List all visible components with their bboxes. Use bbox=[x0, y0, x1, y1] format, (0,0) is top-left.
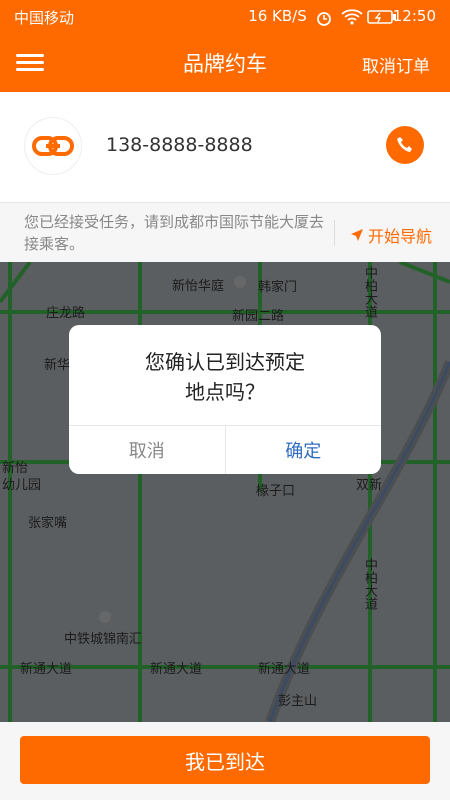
dialog-message-line: 您确认已到达预定 bbox=[145, 350, 305, 374]
carrier-name: 中国移动 bbox=[14, 9, 75, 27]
driver-phone: 138-8888-8888 bbox=[106, 134, 253, 156]
alarm-icon bbox=[315, 9, 333, 26]
avatar bbox=[24, 117, 82, 175]
task-message: 您已经接受任务，请到成都市国际节能大厦去接乘客。 bbox=[24, 213, 325, 253]
clock: 12:50 bbox=[392, 7, 436, 25]
divider bbox=[334, 220, 335, 246]
call-button[interactable] bbox=[386, 126, 424, 164]
wifi-icon bbox=[341, 9, 363, 25]
confirm-arrival-dialog: 您确认已到达预定 地点吗？ 取消 确定 bbox=[69, 325, 381, 474]
driver-card: 138-8888-8888 bbox=[0, 92, 450, 202]
cancel-order-button[interactable]: 取消订单 bbox=[362, 52, 430, 77]
dialog-buttons: 取消 确定 bbox=[69, 426, 381, 474]
status-right: 16 KB/S 12:50 bbox=[248, 7, 436, 26]
dialog-cancel-button[interactable]: 取消 bbox=[69, 426, 226, 474]
dialog-message-line: 地点吗？ bbox=[185, 380, 265, 404]
phone-icon bbox=[397, 137, 412, 152]
arrived-button[interactable]: 我已到达 bbox=[20, 736, 430, 784]
start-navigation-label: 开始导航 bbox=[368, 227, 433, 246]
dialog-confirm-button[interactable]: 确定 bbox=[226, 426, 382, 474]
navigation-arrow-icon bbox=[351, 229, 363, 241]
nav-bar: 品牌约车 取消订单 bbox=[0, 32, 450, 92]
dialog-message: 您确认已到达预定 地点吗？ bbox=[69, 347, 381, 407]
status-bar: 中国移动 16 KB/S 12:50 bbox=[0, 0, 450, 32]
battery-icon bbox=[366, 9, 396, 24]
link-logo-icon bbox=[32, 136, 74, 156]
task-notice: 您已经接受任务，请到成都市国际节能大厦去接乘客。 开始导航 bbox=[0, 202, 450, 263]
network-speed: 16 KB/S bbox=[248, 7, 307, 25]
start-navigation-link[interactable]: 开始导航 bbox=[350, 223, 432, 247]
bottom-bar: 我已到达 bbox=[0, 722, 450, 800]
